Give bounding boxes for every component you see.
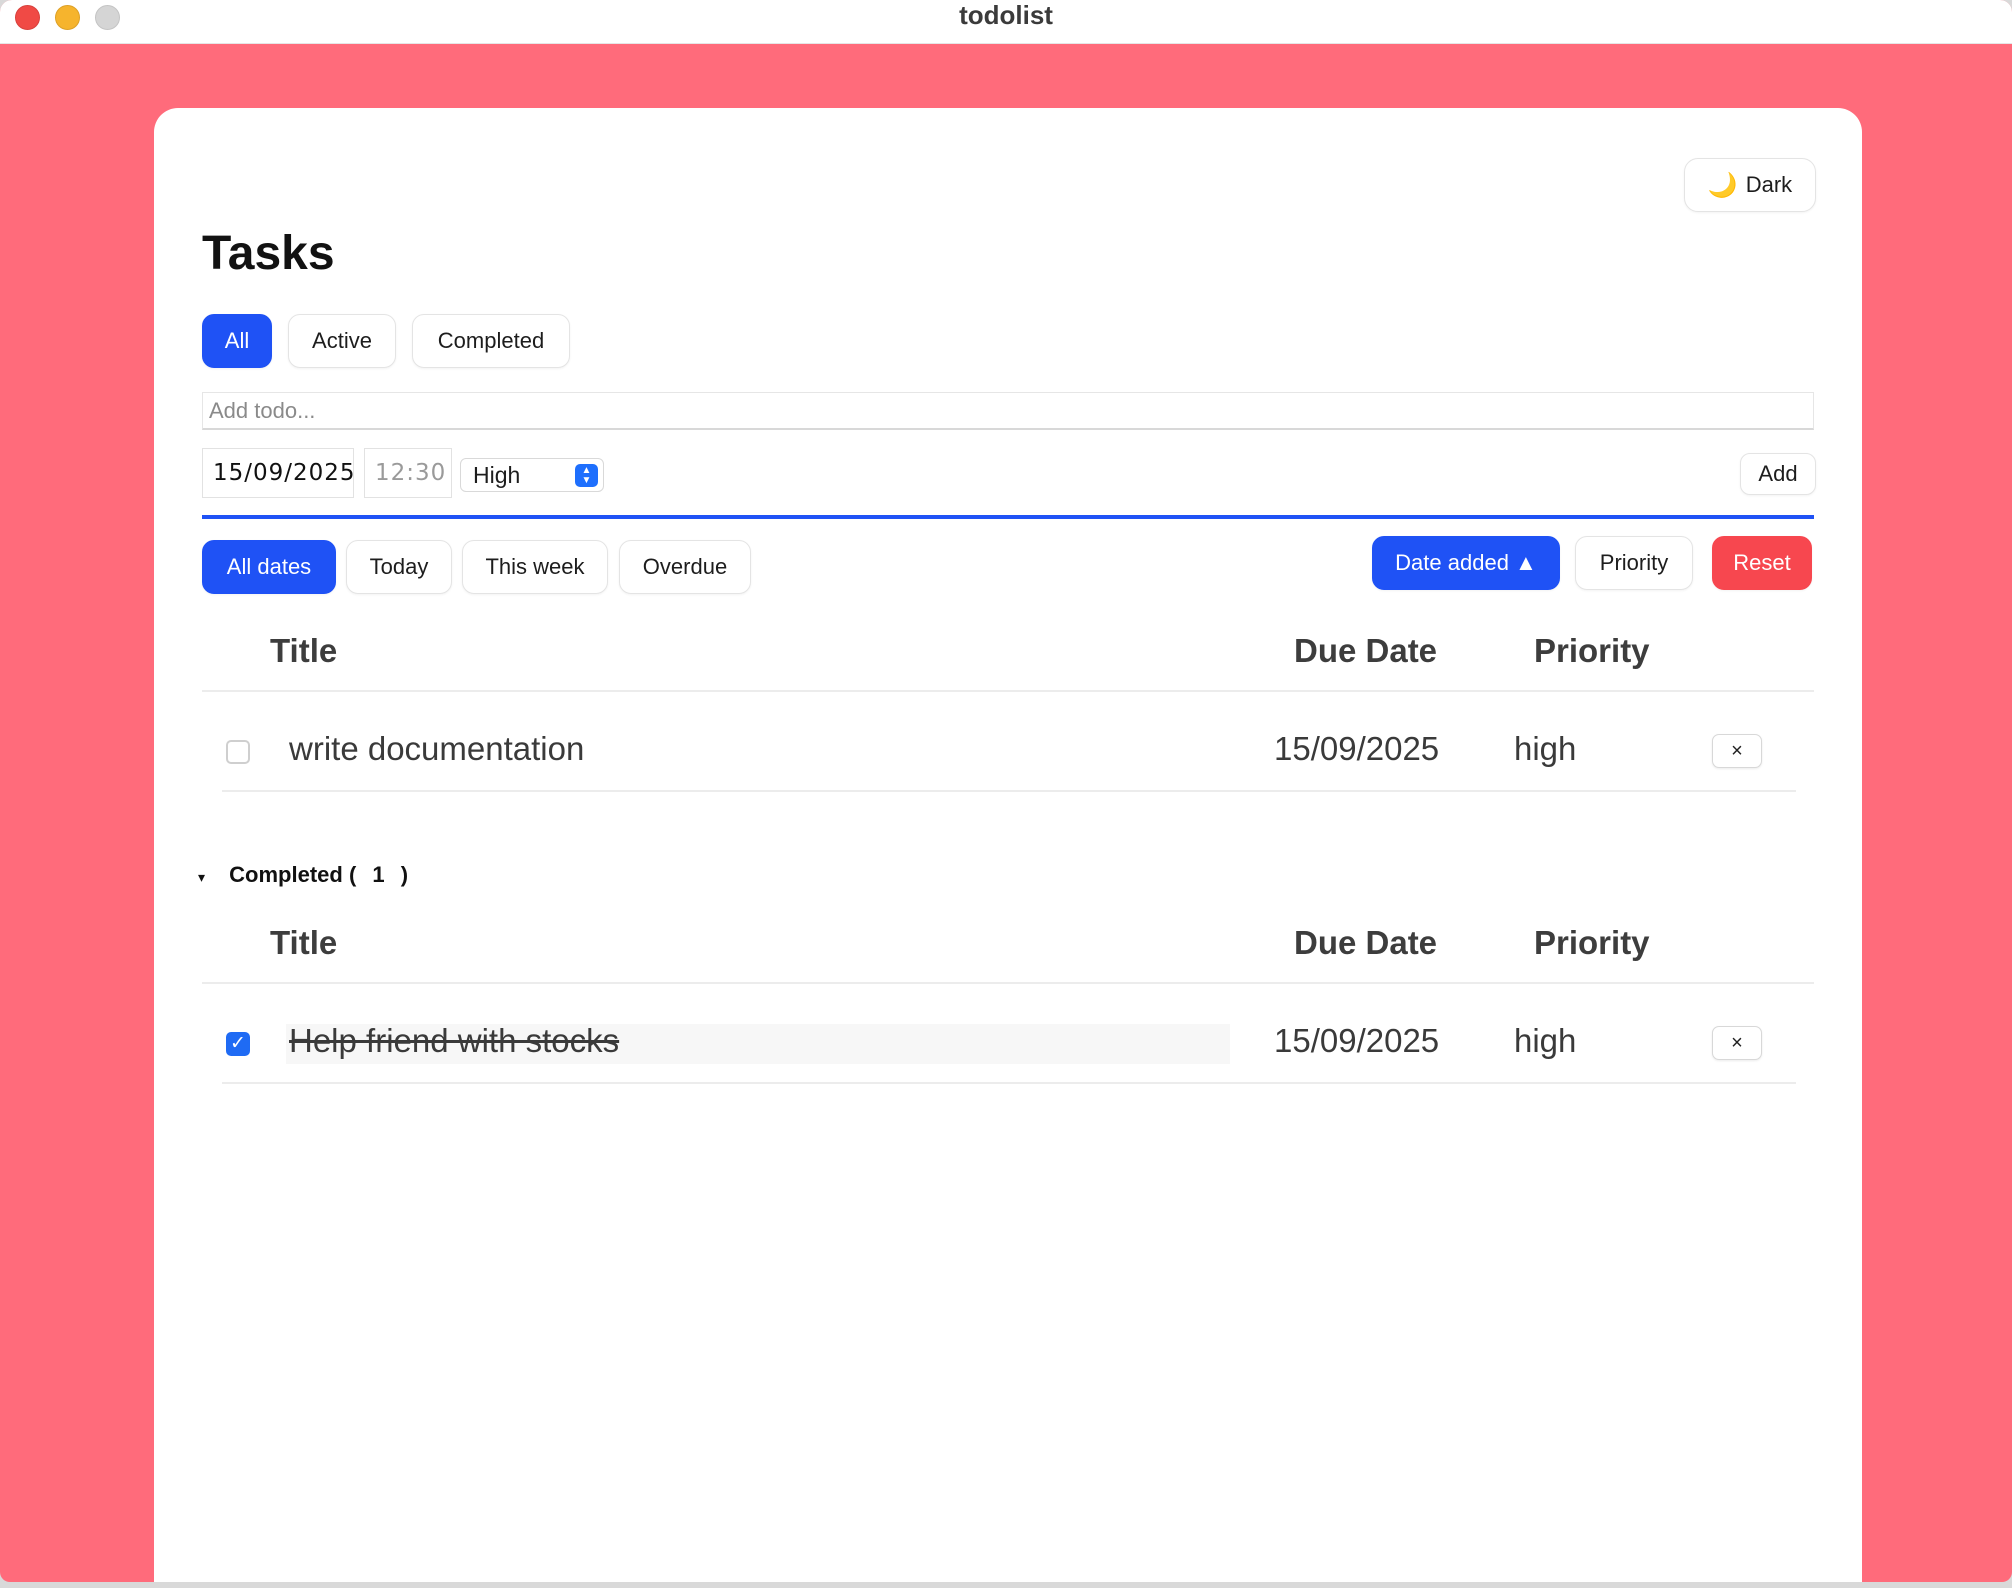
add-todo-button[interactable]: Add [1740, 453, 1816, 495]
due-date-input[interactable]: 15/09/2025 [202, 448, 355, 498]
completed-section-close: ) [400, 862, 409, 887]
form-divider [202, 515, 1814, 519]
tasks-card: 🌙 Dark Tasks All Active Completed 15/09/… [154, 108, 1862, 1582]
completed-section-label: Completed ( [229, 862, 357, 887]
date-filter-this-week[interactable]: This week [462, 540, 608, 594]
priority-select-value: High [473, 461, 521, 488]
select-arrows-icon: ▲ ▼ [575, 464, 598, 487]
delete-task-button[interactable]: × [1712, 1026, 1762, 1060]
dark-mode-label: Dark [1745, 172, 1793, 197]
delete-task-button[interactable]: × [1712, 734, 1762, 768]
sort-priority-button[interactable]: Priority [1575, 536, 1693, 590]
row-divider [222, 1082, 1796, 1084]
row-divider [222, 790, 1796, 792]
close-icon: × [1731, 739, 1743, 762]
column-header-title: Title [270, 924, 338, 961]
app-window: todolist 🌙 Dark Tasks All Active Complet… [0, 0, 2012, 1582]
column-header-due-date: Due Date [1294, 924, 1438, 961]
filter-all-button[interactable]: All [202, 314, 272, 368]
task-due-date: 15/09/2025 [1274, 1022, 1440, 1059]
task-checkbox-checked[interactable]: ✓ [226, 1032, 250, 1056]
title-bar: todolist [0, 0, 2012, 44]
due-time-input[interactable]: 12:30 [364, 448, 452, 498]
completed-count: 1 [372, 862, 385, 887]
chevron-down-icon: ▾ [198, 869, 206, 885]
filter-completed-button[interactable]: Completed [412, 314, 570, 368]
task-title: write documentation [289, 730, 585, 767]
column-header-title: Title [270, 632, 338, 669]
close-icon: × [1731, 1031, 1743, 1054]
task-checkbox[interactable] [226, 740, 250, 764]
column-header-due-date: Due Date [1294, 632, 1438, 669]
priority-select[interactable]: High ▲ ▼ [460, 458, 604, 492]
dark-mode-toggle[interactable]: 🌙 Dark [1684, 158, 1816, 212]
reset-sort-button[interactable]: Reset [1712, 536, 1812, 590]
task-due-date: 15/09/2025 [1274, 730, 1440, 767]
window-title: todolist [959, 0, 1053, 30]
column-header-priority: Priority [1534, 924, 1650, 961]
filter-active-button[interactable]: Active [288, 314, 396, 368]
date-filter-overdue[interactable]: Overdue [619, 540, 751, 594]
header-divider [202, 690, 1814, 692]
add-todo-input[interactable] [202, 392, 1814, 430]
moon-icon: 🌙 [1707, 171, 1738, 199]
sort-date-added-button[interactable]: Date added ▲ [1372, 536, 1560, 590]
task-priority: high [1514, 730, 1577, 767]
column-header-priority: Priority [1534, 632, 1650, 669]
date-filter-today[interactable]: Today [346, 540, 452, 594]
header-divider [202, 982, 1814, 984]
task-title: Help friend with stocks [289, 1022, 620, 1059]
task-priority: high [1514, 1022, 1577, 1059]
page-title: Tasks [202, 227, 335, 280]
completed-section-toggle[interactable]: ▾ Completed ( 1 ) [198, 862, 408, 888]
date-filter-all[interactable]: All dates [202, 540, 336, 594]
